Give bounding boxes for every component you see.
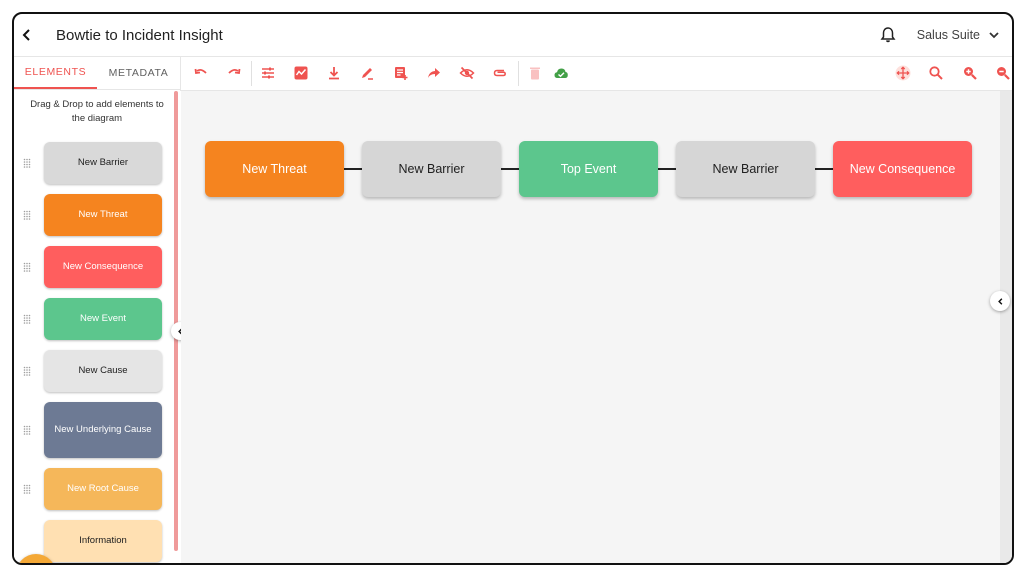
tab-elements[interactable]: ELEMENTS: [14, 57, 97, 89]
drag-dots-icon: [23, 314, 31, 324]
palette-item: New Barrier: [14, 142, 180, 184]
connector-line: [658, 168, 676, 170]
move-icon: [895, 65, 911, 81]
diagram-toolbar: [180, 57, 1012, 91]
app-header: Bowtie to Incident Insight Salus Suite: [14, 14, 1012, 57]
palette-new-consequence[interactable]: New Consequence: [44, 246, 162, 288]
drag-handle[interactable]: [17, 262, 37, 272]
tab-metadata[interactable]: METADATA: [97, 57, 180, 89]
insights-icon: [294, 66, 308, 80]
consequence-node[interactable]: New Consequence: [833, 141, 972, 197]
palette-information[interactable]: Information: [44, 520, 162, 562]
add-note-button[interactable]: [393, 65, 409, 81]
tune-button[interactable]: [260, 65, 276, 81]
chevron-left-icon: [22, 29, 30, 41]
redo-icon: [228, 68, 241, 75]
undo-button[interactable]: [193, 65, 209, 81]
drag-dots-icon: [23, 484, 31, 494]
palette-item: New Consequence: [14, 246, 180, 288]
zoom-in-button[interactable]: [962, 65, 978, 81]
barrier-node-right[interactable]: New Barrier: [676, 141, 815, 197]
expand-right-panel-button[interactable]: [990, 291, 1010, 311]
palette-new-barrier[interactable]: New Barrier: [44, 142, 162, 184]
insights-button[interactable]: [293, 65, 309, 81]
drag-dots-icon: [23, 158, 31, 168]
palette-new-cause[interactable]: New Cause: [44, 350, 162, 392]
bell-icon[interactable]: [879, 26, 897, 44]
palette-new-threat[interactable]: New Threat: [44, 194, 162, 236]
palette-item: New Underlying Cause: [14, 402, 180, 458]
palette-item: New Root Cause: [14, 468, 180, 510]
delete-icon: [530, 67, 540, 80]
toolbar-divider: [251, 61, 252, 86]
org-name[interactable]: Salus Suite: [917, 28, 980, 42]
panel-scrollbar[interactable]: [174, 91, 178, 551]
panel-tabs: ELEMENTS METADATA: [14, 57, 180, 90]
drag-handle[interactable]: [17, 314, 37, 324]
zoom-out-button[interactable]: [995, 65, 1011, 81]
threat-node[interactable]: New Threat: [205, 141, 344, 197]
drag-drop-hint: Drag & Drop to add elements to the diagr…: [30, 99, 164, 124]
download-icon: [329, 67, 339, 80]
edit-pen-icon: [362, 68, 373, 80]
search-button[interactable]: [928, 65, 944, 81]
palette-new-root-cause[interactable]: New Root Cause: [44, 468, 162, 510]
header-actions: Salus Suite: [879, 14, 1000, 56]
palette-item: New Event: [14, 298, 180, 340]
chevron-left-icon: [997, 297, 1002, 305]
edit-button[interactable]: [359, 65, 375, 81]
elements-panel: ELEMENTS METADATA Drag & Drop to add ele…: [14, 57, 189, 565]
download-button[interactable]: [326, 65, 342, 81]
right-panel-edge: [1000, 91, 1012, 563]
back-button[interactable]: [20, 28, 34, 42]
attach-button[interactable]: [492, 65, 508, 81]
palette-item: New Threat: [14, 194, 180, 236]
help-chat-icon: [24, 562, 48, 565]
drag-handle[interactable]: [17, 425, 37, 435]
drag-dots-icon: [23, 425, 31, 435]
connector-line: [815, 168, 833, 170]
app-window: Bowtie to Incident Insight Salus Suite E…: [12, 12, 1014, 565]
palette-new-event[interactable]: New Event: [44, 298, 162, 340]
undo-icon: [194, 68, 207, 75]
toolbar-divider: [518, 61, 519, 86]
connector-line: [501, 168, 519, 170]
palette-new-underlying-cause[interactable]: New Underlying Cause: [44, 402, 162, 458]
drag-dots-icon: [23, 262, 31, 272]
share-arrow-icon: [428, 68, 440, 78]
drag-dots-icon: [23, 366, 31, 376]
pan-button[interactable]: [895, 65, 911, 81]
hide-button[interactable]: [459, 65, 475, 81]
search-icon: [929, 66, 943, 80]
delete-button[interactable]: [527, 65, 543, 81]
page-title: Bowtie to Incident Insight: [56, 26, 223, 44]
drag-handle[interactable]: [17, 366, 37, 376]
redo-button[interactable]: [226, 65, 242, 81]
top-event-node[interactable]: Top Event: [519, 141, 658, 197]
drag-handle[interactable]: [17, 158, 37, 168]
connector-line: [344, 168, 362, 170]
tune-icon: [262, 67, 274, 79]
attachment-icon: [493, 69, 506, 77]
cloud-sync-button[interactable]: [553, 65, 569, 81]
visibility-off-icon: [459, 66, 475, 80]
drag-dots-icon: [23, 210, 31, 220]
drag-handle[interactable]: [17, 484, 37, 494]
palette-item: New Cause: [14, 350, 180, 392]
zoom-in-icon: [964, 67, 977, 80]
chevron-down-icon[interactable]: [988, 29, 1000, 41]
note-add-icon: [395, 67, 408, 80]
share-button[interactable]: [426, 65, 442, 81]
drag-handle[interactable]: [17, 210, 37, 220]
cloud-done-icon: [554, 68, 568, 78]
zoom-out-icon: [997, 67, 1010, 80]
barrier-node-left[interactable]: New Barrier: [362, 141, 501, 197]
